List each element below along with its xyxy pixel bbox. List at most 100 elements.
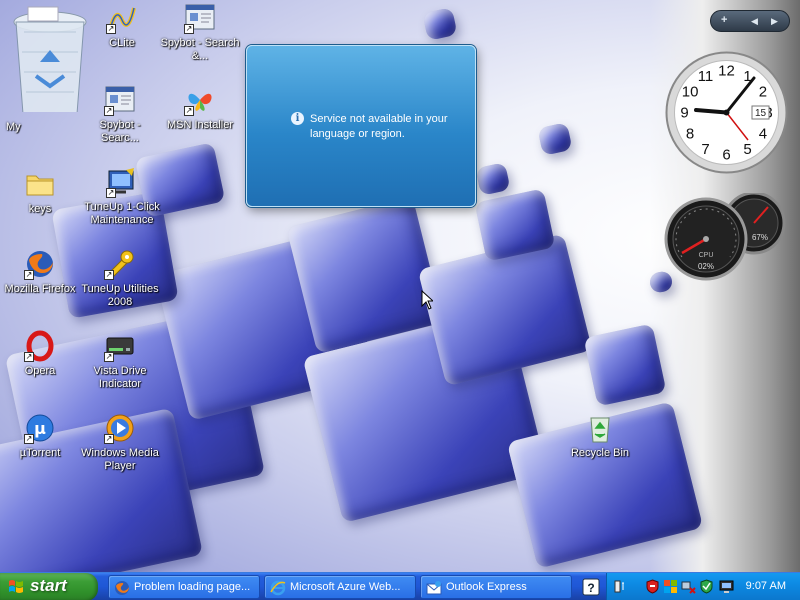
clock-hour-hand bbox=[694, 108, 729, 115]
clock-gadget[interactable]: 121234567891011 15 bbox=[664, 50, 789, 175]
previous-page-button[interactable]: ◀ bbox=[751, 16, 758, 27]
taskbar-button-internet-explorer[interactable]: Microsoft Azure Web... bbox=[264, 575, 416, 599]
shortcut-arrow-icon: ↗ bbox=[104, 270, 114, 280]
shortcut-arrow-icon: ↗ bbox=[24, 352, 34, 362]
desktop-icon-label: Windows Media Player bbox=[81, 447, 159, 472]
clock-numeral: 9 bbox=[680, 105, 688, 122]
notification-area: 9:07 AM bbox=[606, 573, 800, 600]
recycle-bin-icon bbox=[584, 412, 616, 444]
desktop-icon-label: keys bbox=[28, 203, 52, 215]
shortcut-arrow-icon: ↗ bbox=[24, 270, 34, 280]
next-page-button[interactable]: ▶ bbox=[771, 16, 778, 27]
svg-text:µ: µ bbox=[34, 419, 46, 438]
shortcut-arrow-icon: ↗ bbox=[104, 434, 114, 444]
opera-icon: ↗ bbox=[24, 330, 56, 362]
cpu-meter-value: 02% bbox=[698, 262, 714, 271]
taskbar-clock[interactable]: 9:07 AM bbox=[746, 580, 786, 592]
network-icon[interactable] bbox=[613, 579, 628, 594]
notification-balloon[interactable]: i Service not available in your language… bbox=[246, 45, 476, 207]
info-icon: i bbox=[291, 112, 304, 125]
desktop-icon-label: MSN Installer bbox=[166, 119, 234, 131]
outlook-express-icon bbox=[426, 581, 442, 595]
taskbar-button-label: Problem loading page... bbox=[134, 581, 251, 593]
network-disconnected-icon[interactable] bbox=[681, 579, 696, 594]
clock-numeral: 4 bbox=[759, 126, 767, 143]
start-label: start bbox=[30, 576, 67, 595]
display-icon[interactable] bbox=[719, 579, 734, 594]
hard-drive-icon: ↗ bbox=[104, 330, 136, 362]
desktop-icon-windows-media-player[interactable]: ↗ Windows Media Player bbox=[80, 412, 160, 473]
taskbar-button-firefox[interactable]: Problem loading page... bbox=[108, 575, 260, 599]
mouse-cursor-icon bbox=[421, 290, 433, 310]
desktop-icon-label: µTorrent bbox=[19, 447, 61, 459]
firefox-icon: ↗ bbox=[24, 248, 56, 280]
clock-numeral: 12 bbox=[718, 63, 735, 80]
start-button[interactable]: start bbox=[0, 573, 98, 600]
desktop-icon-label: Spybot - Search &... bbox=[160, 37, 240, 62]
shortcut-arrow-icon: ↗ bbox=[184, 24, 194, 34]
windows-security-icon[interactable] bbox=[663, 579, 678, 594]
wallpaper-cube bbox=[422, 7, 458, 41]
msn-butterfly-icon: ↗ bbox=[184, 84, 216, 116]
cpu-meter-gadget[interactable]: 67% CPU 02% bbox=[664, 191, 790, 283]
desktop-icon-opera[interactable]: ↗ Opera bbox=[0, 330, 80, 378]
svg-text:?: ? bbox=[587, 581, 594, 595]
tuneup-maintenance-icon: ↗ bbox=[106, 166, 138, 198]
shortcut-arrow-icon: ↗ bbox=[24, 434, 34, 444]
desktop-icon-label: Mozilla Firefox bbox=[4, 283, 76, 295]
folder-icon bbox=[24, 168, 56, 200]
desktop-icon-tuneup-1click[interactable]: ↗ TuneUp 1-Click Maintenance bbox=[82, 166, 162, 227]
desktop-icon-label: TuneUp Utilities 2008 bbox=[81, 283, 159, 308]
security-shield-icon[interactable] bbox=[645, 579, 660, 594]
taskbar-button-label: Microsoft Azure Web... bbox=[290, 581, 401, 593]
media-player-icon: ↗ bbox=[104, 412, 136, 444]
wallpaper-cube bbox=[537, 122, 573, 156]
desktop-icon-my[interactable]: My bbox=[0, 2, 90, 133]
desktop-icon-tuneup-utilities-2008[interactable]: ↗ TuneUp Utilities 2008 bbox=[80, 248, 160, 309]
clock-numeral: 11 bbox=[698, 68, 714, 85]
desktop-icon-label: Spybot - Searc... bbox=[99, 119, 141, 144]
utorrent-icon: µ ↗ bbox=[24, 412, 56, 444]
spybot-window-icon: ↗ bbox=[184, 2, 216, 34]
shortcut-arrow-icon: ↗ bbox=[104, 352, 114, 362]
desktop-icon-clite[interactable]: ↗ СLite bbox=[82, 2, 162, 50]
taskbar: start Problem loading page... Microsoft … bbox=[0, 572, 800, 600]
clock-numeral: 6 bbox=[722, 147, 730, 164]
firefox-icon bbox=[115, 581, 129, 595]
desktop-icon-label: СLite bbox=[109, 37, 135, 49]
ie-icon bbox=[270, 580, 286, 596]
desktop-icon-label: My bbox=[6, 121, 21, 133]
desktop-icon-label: Recycle Bin bbox=[570, 447, 630, 459]
balloon-message: Service not available in your language o… bbox=[310, 113, 448, 140]
taskbar-button-label: Outlook Express bbox=[446, 581, 527, 593]
add-gadget-button[interactable]: + bbox=[721, 14, 727, 26]
desktop-icon-spybot-search[interactable]: ↗ Spybot - Search &... bbox=[160, 2, 240, 63]
cpu-meter-label: CPU bbox=[699, 252, 714, 259]
desktop-icon-label: TuneUp 1-Click Maintenance bbox=[84, 201, 160, 226]
desktop-icon-utorrent[interactable]: µ ↗ µTorrent bbox=[0, 412, 80, 460]
desktop-icon-msn-installer[interactable]: ↗ MSN Installer bbox=[160, 84, 240, 132]
desktop-icon-vista-drive-indicator[interactable]: ↗ Vista Drive Indicator bbox=[80, 330, 160, 391]
clite-icon: ↗ bbox=[106, 2, 138, 34]
desktop-icon-label: Opera bbox=[24, 365, 56, 377]
windows-flag-icon bbox=[9, 580, 23, 593]
help-icon[interactable]: ? bbox=[582, 578, 600, 596]
desktop-icon-label: Vista Drive Indicator bbox=[93, 365, 147, 390]
taskbar-button-outlook-express[interactable]: Outlook Express bbox=[420, 575, 572, 599]
wallpaper-cube bbox=[583, 323, 667, 407]
desktop-icon-recycle-bin[interactable]: Recycle Bin bbox=[560, 412, 640, 460]
clock-date: 15 bbox=[755, 108, 767, 119]
shortcut-arrow-icon: ↗ bbox=[104, 106, 114, 116]
clock-numeral: 5 bbox=[743, 141, 751, 158]
ram-meter-value: 67% bbox=[752, 233, 768, 242]
shortcut-arrow-icon: ↗ bbox=[106, 24, 116, 34]
desktop-icon-mozilla-firefox[interactable]: ↗ Mozilla Firefox bbox=[0, 248, 80, 296]
shield-check-icon[interactable] bbox=[699, 579, 714, 594]
desktop-icon-spybot-search-2[interactable]: ↗ Spybot - Searc... bbox=[80, 84, 160, 145]
shortcut-arrow-icon: ↗ bbox=[106, 188, 116, 198]
wallpaper-cube bbox=[475, 162, 511, 196]
clock-numeral: 8 bbox=[686, 126, 694, 143]
clock-numeral: 10 bbox=[682, 84, 699, 101]
tuneup-utilities-icon: ↗ bbox=[104, 248, 136, 280]
desktop-icon-keys[interactable]: keys bbox=[0, 168, 80, 216]
